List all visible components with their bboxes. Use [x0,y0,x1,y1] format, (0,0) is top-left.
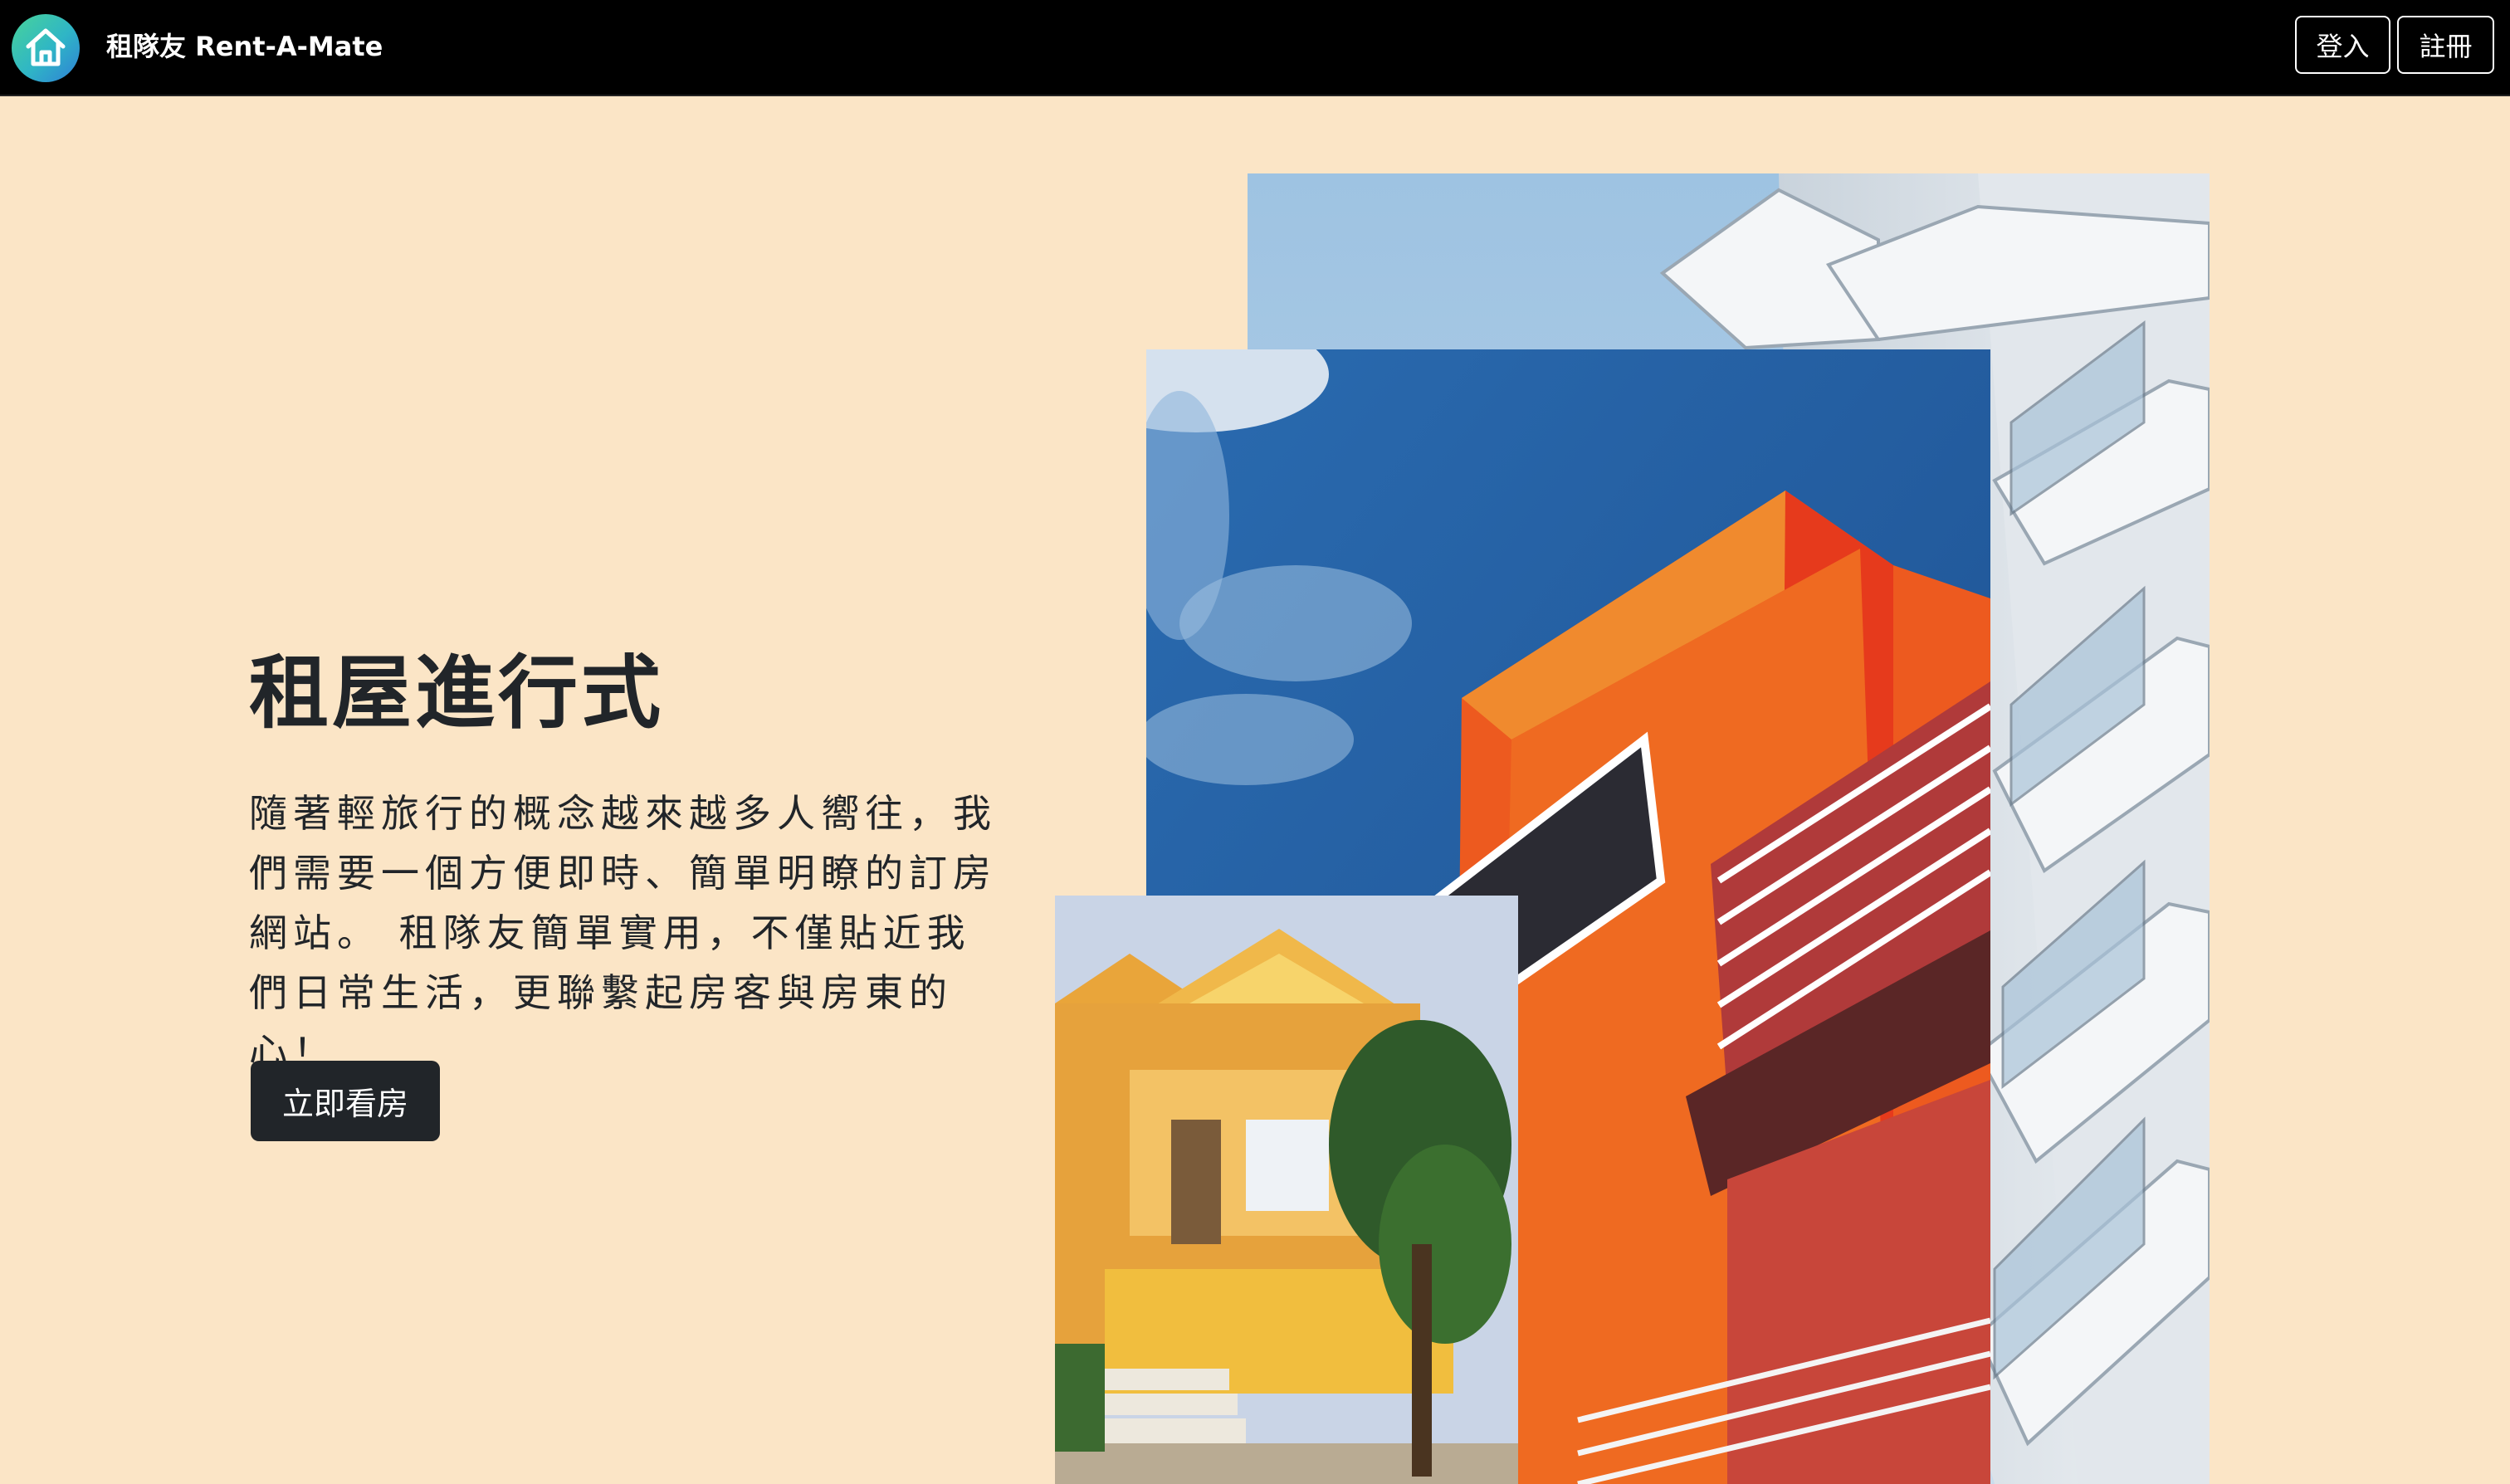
register-button[interactable]: 註冊 [2397,16,2494,74]
view-rooms-button[interactable]: 立即看房 [251,1061,440,1141]
house-icon[interactable] [12,14,80,82]
hero-title: 租屋進行式 [249,647,664,740]
hero-description: 隨著輕旅行的概念越來越多人嚮往，我們需要一個方便即時、簡單明瞭的訂房網站。 租隊… [249,791,997,1075]
brand-name[interactable]: 租隊友 Rent-A-Mate [106,28,383,65]
yellow-house-image [1055,896,1518,1484]
login-button[interactable]: 登入 [2295,16,2390,74]
top-navbar: 租隊友 Rent-A-Mate 登入 註冊 [0,0,2510,96]
